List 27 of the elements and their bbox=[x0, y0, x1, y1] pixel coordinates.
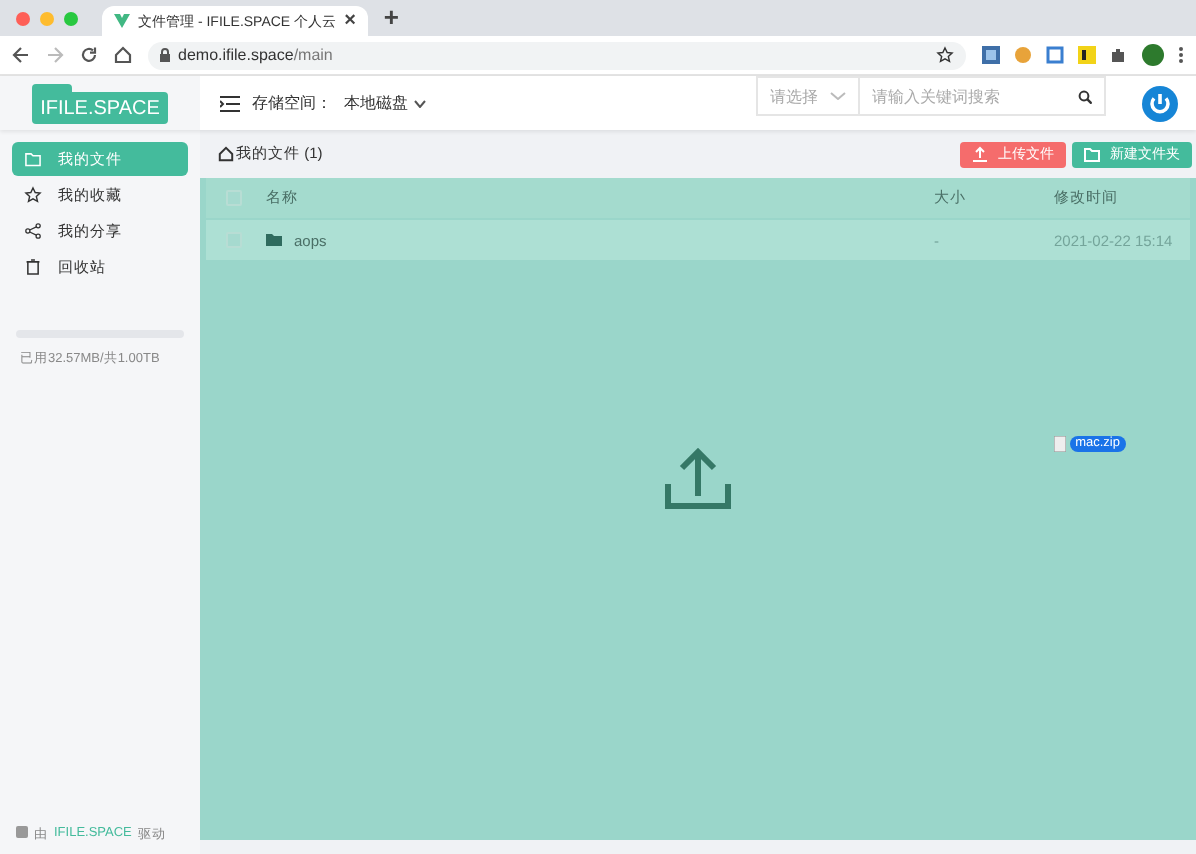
avatar-icon[interactable] bbox=[1142, 44, 1164, 66]
extension-icon[interactable] bbox=[1078, 46, 1096, 64]
puzzle-icon[interactable] bbox=[1110, 46, 1128, 64]
address-bar[interactable]: demo.ifile.space/main bbox=[148, 41, 966, 69]
url-text: demo.ifile.space/main bbox=[178, 46, 333, 64]
star-icon bbox=[24, 186, 42, 204]
upload-icon bbox=[664, 448, 732, 513]
new-tab-button[interactable]: + bbox=[383, 4, 399, 30]
home-icon[interactable] bbox=[218, 146, 234, 162]
more-icon[interactable] bbox=[1178, 46, 1184, 64]
share-icon bbox=[24, 222, 42, 240]
lock-icon bbox=[160, 48, 170, 62]
upload-icon bbox=[972, 146, 988, 162]
bookmark-star-icon[interactable] bbox=[936, 46, 954, 64]
storage-label: 存储空间： bbox=[252, 92, 332, 114]
chevron-down-icon bbox=[414, 99, 426, 107]
storage-dropdown[interactable]: 本地磁盘 bbox=[344, 92, 426, 114]
back-icon[interactable] bbox=[12, 46, 30, 64]
folder-icon bbox=[266, 234, 282, 246]
folder-icon bbox=[1084, 146, 1100, 162]
folder-icon bbox=[24, 150, 42, 168]
close-tab-button[interactable]: × bbox=[344, 11, 356, 31]
home-icon[interactable] bbox=[114, 46, 132, 64]
trash-icon bbox=[24, 258, 42, 276]
power-icon[interactable] bbox=[1142, 85, 1178, 121]
menu-icon[interactable] bbox=[220, 95, 240, 111]
reload-icon[interactable] bbox=[80, 46, 98, 64]
